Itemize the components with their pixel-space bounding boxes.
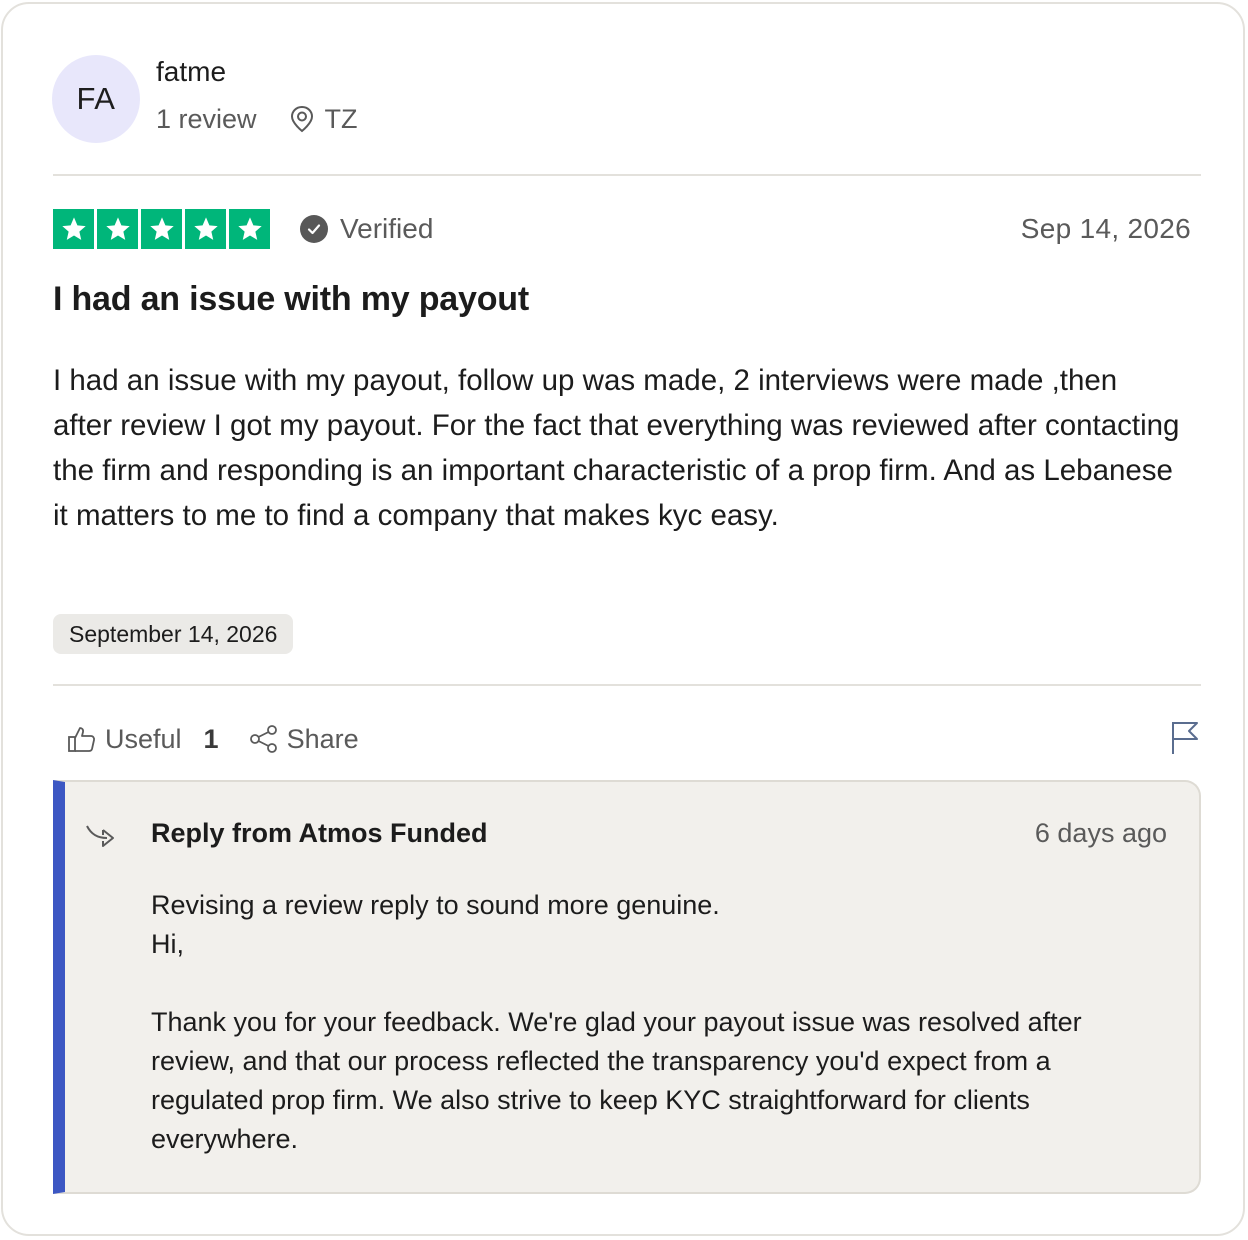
reply-date: 6 days ago <box>1034 818 1167 848</box>
divider <box>53 174 1201 176</box>
review-actions: Useful 1 Share <box>67 718 359 760</box>
share-button[interactable]: Share <box>249 724 359 755</box>
reviewer-location: TZ <box>324 103 358 134</box>
star-icon <box>97 209 138 249</box>
company-reply: Reply from Atmos Funded 6 days ago Revis… <box>53 780 1201 1194</box>
reply-text: Revising a review reply to sound more ge… <box>151 890 1082 1154</box>
reviewer-name[interactable]: fatme <box>156 56 226 88</box>
star-icon <box>229 209 270 249</box>
useful-button[interactable]: Useful 1 <box>67 724 219 755</box>
check-circle-icon <box>300 215 328 243</box>
review-count: 1 review <box>156 103 257 134</box>
avatar-initials: FA <box>76 81 116 116</box>
share-label: Share <box>286 723 359 754</box>
share-icon <box>249 724 279 754</box>
avatar[interactable]: FA <box>52 55 140 143</box>
useful-label: Useful <box>105 723 182 754</box>
thumbs-up-icon <box>67 724 97 754</box>
reply-title: Reply from Atmos Funded <box>151 818 488 848</box>
review-title[interactable]: I had an issue with my payout <box>53 280 529 319</box>
star-icon <box>141 209 182 249</box>
useful-count: 1 <box>203 723 219 754</box>
star-icon <box>53 209 94 249</box>
verified-badge[interactable]: Verified <box>300 209 433 249</box>
reviewer-meta: 1 review TZ <box>156 102 358 136</box>
verified-label: Verified <box>340 213 434 244</box>
review-date: Sep 14, 2026 <box>1020 213 1191 244</box>
experience-date-badge: September 14, 2026 <box>53 614 294 654</box>
report-button[interactable] <box>1169 720 1201 761</box>
review-body: I had an issue with my payout, follow up… <box>53 364 1180 532</box>
reply-arrow-icon <box>85 820 121 857</box>
star-icon <box>185 209 226 249</box>
divider <box>53 684 1201 686</box>
flag-icon <box>1169 722 1201 760</box>
map-pin-icon <box>289 105 315 133</box>
star-rating <box>53 209 270 249</box>
review-card: FA fatme 1 review TZ Verified Sep 14, 20… <box>1 2 1245 1236</box>
